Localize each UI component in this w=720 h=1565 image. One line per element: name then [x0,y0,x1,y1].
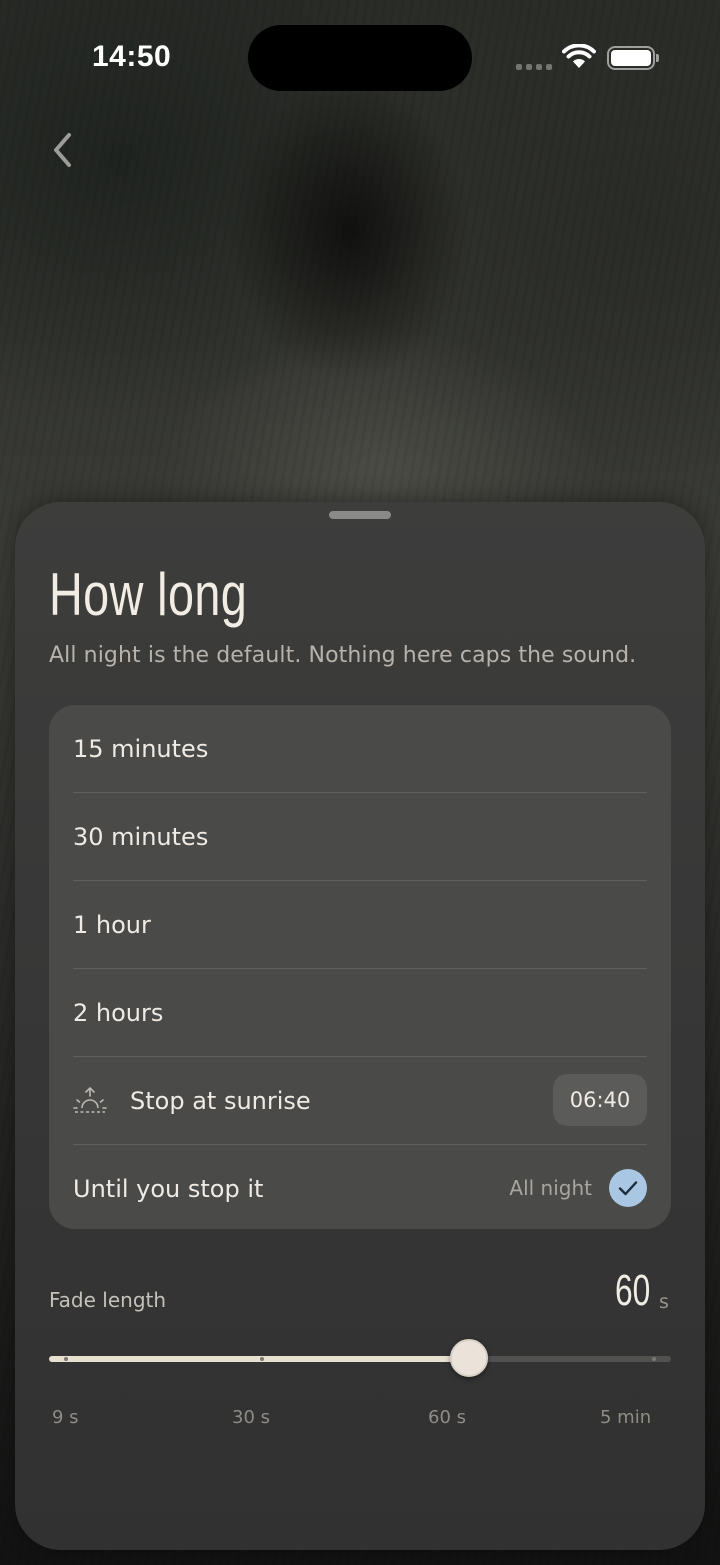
cellular-signal-icon [516,64,552,70]
slider-stop-label: 30 s [232,1407,271,1428]
slider-tick [64,1357,68,1361]
fade-length-value: 60 [615,1266,651,1315]
slider-stop-label: 60 s [428,1407,467,1428]
option-label: 2 hours [73,999,164,1027]
option-label: Stop at sunrise [130,1087,311,1115]
chevron-left-icon [54,133,71,167]
slider-fill [49,1356,469,1362]
option-label: 1 hour [73,911,151,939]
duration-options-list: 15 minutes 30 minutes 1 hour 2 hours Sto… [49,705,671,1229]
status-time: 14:50 [92,40,172,73]
battery-icon [607,46,659,70]
slider-tick [260,1357,264,1361]
option-2-hours[interactable]: 2 hours [73,969,647,1057]
checkmark-icon [609,1169,647,1207]
sunrise-time-button[interactable]: 06:40 [553,1074,647,1126]
slider-stop-label: 5 min [600,1407,652,1428]
default-tag: All night [509,1176,592,1200]
fade-length-label: Fade length [49,1288,167,1312]
option-30-minutes[interactable]: 30 minutes [73,793,647,881]
duration-sheet: How long All night is the default. Nothi… [15,502,705,1550]
fade-length-unit: s [659,1291,669,1313]
option-label: 30 minutes [73,823,209,851]
back-button[interactable] [40,128,84,172]
fade-length-slider[interactable] [49,1339,671,1377]
sheet-subtitle: All night is the default. Nothing here c… [49,643,637,668]
option-label: Until you stop it [73,1175,264,1203]
sunrise-icon [73,1086,107,1116]
sheet-grabber[interactable] [329,511,391,519]
slider-tick [652,1357,656,1361]
option-1-hour[interactable]: 1 hour [73,881,647,969]
option-15-minutes[interactable]: 15 minutes [73,705,647,793]
sheet-title: How long [49,561,248,628]
option-until-you-stop-it[interactable]: Until you stop it All night [73,1145,647,1233]
option-label: 15 minutes [73,735,209,763]
wifi-icon [562,43,596,74]
slider-stop-label: 9 s [52,1407,79,1428]
dynamic-island [248,25,472,91]
slider-thumb[interactable] [450,1339,488,1377]
option-stop-at-sunrise[interactable]: Stop at sunrise 06:40 [73,1057,647,1145]
